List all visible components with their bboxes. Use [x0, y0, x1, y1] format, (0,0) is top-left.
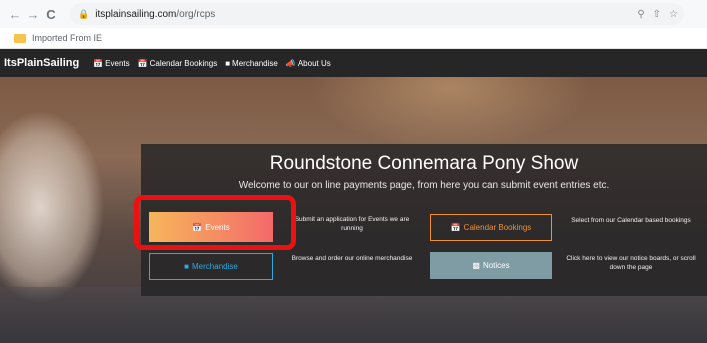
shop-icon: ■: [225, 58, 231, 68]
shop-icon: ■: [184, 262, 190, 271]
megaphone-icon: 📣: [285, 58, 296, 68]
lock-icon: 🔒: [78, 8, 90, 19]
nav-calendar-bookings-label: Calendar Bookings: [149, 58, 218, 68]
nav-calendar-bookings[interactable]: 📅 Calendar Bookings: [138, 59, 218, 68]
folder-icon: [14, 33, 26, 43]
notices-button[interactable]: ▩ Notices: [430, 252, 552, 279]
merchandise-description: Browse and order our online merchandise: [291, 255, 413, 262]
nav-merchandise-label: Merchandise: [232, 58, 278, 68]
nav-about-us[interactable]: 📣 About Us: [286, 59, 331, 68]
hero-background: Roundstone Connemara Pony Show Welcome t…: [0, 77, 707, 343]
calendar-bookings-button[interactable]: 📅 Calendar Bookings: [430, 214, 552, 241]
forward-icon[interactable]: →: [24, 7, 42, 22]
nav-events-label: Events: [105, 58, 130, 68]
page-subtitle: Welcome to our on line payments page, fr…: [238, 180, 610, 191]
page-title: Roundstone Connemara Pony Show: [269, 153, 579, 174]
calendar-description: Select from our Calendar based bookings: [571, 217, 691, 224]
browser-toolbar: ← → C 🔒 itsplainsailing.com/org/rcps ⚲ ⇧…: [0, 0, 707, 28]
events-description: Submit an application for Events we are …: [294, 216, 410, 232]
zoom-icon[interactable]: ⚲: [637, 9, 644, 20]
share-icon[interactable]: ⇧: [653, 9, 661, 20]
calendar-icon: 📅: [93, 58, 104, 68]
bookmark-imported-from-ie[interactable]: Imported From IE: [32, 33, 102, 43]
annotation-highlight: [134, 195, 296, 250]
bookmarks-bar: Imported From IE: [0, 28, 707, 49]
nav-merchandise[interactable]: ■ Merchandise: [225, 59, 278, 68]
reload-icon[interactable]: C: [42, 7, 60, 22]
calendar-bookings-button-label: Calendar Bookings: [463, 223, 532, 232]
calendar-icon: 📅: [450, 223, 461, 232]
notices-description: Click here to view our notice boards, or…: [566, 255, 696, 271]
star-icon[interactable]: ☆: [669, 9, 678, 20]
merchandise-button[interactable]: ■ Merchandise: [149, 253, 273, 280]
url-host: itsplainsailing.com: [95, 8, 177, 20]
nav-events[interactable]: 📅 Events: [93, 59, 129, 68]
back-icon[interactable]: ←: [6, 7, 24, 22]
url-path: /org/rcps: [176, 8, 216, 20]
noticeboard-icon: ▩: [472, 261, 480, 270]
nav-about-us-label: About Us: [297, 58, 331, 68]
site-navbar: ItsPlainSailing 📅 Events 📅 Calendar Book…: [0, 49, 707, 77]
site-brand[interactable]: ItsPlainSailing: [4, 57, 79, 69]
notices-button-label: Notices: [482, 261, 510, 270]
calendar-icon: 📅: [137, 58, 148, 68]
merchandise-button-label: Merchandise: [192, 262, 238, 271]
address-bar[interactable]: 🔒 itsplainsailing.com/org/rcps ⚲ ⇧ ☆: [70, 3, 684, 25]
